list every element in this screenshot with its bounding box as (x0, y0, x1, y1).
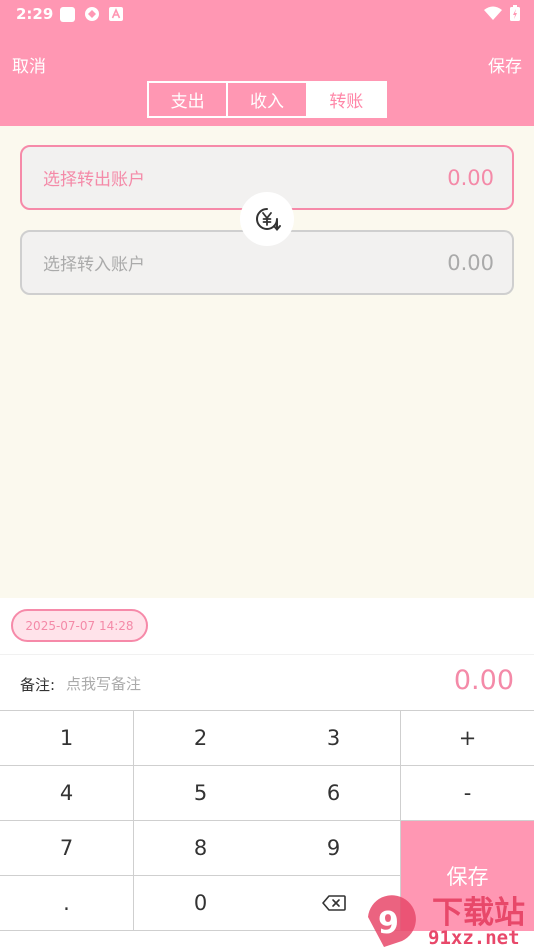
key-3[interactable]: 3 (267, 711, 401, 766)
key-0[interactable]: 0 (134, 876, 268, 931)
watermark-logo-icon: 9 (368, 895, 416, 947)
key-dot[interactable]: . (0, 876, 134, 931)
status-time: 2:29 (16, 5, 54, 23)
header: 取消 保存 支出 收入 转账 (0, 28, 534, 126)
datetime-chip[interactable]: 2025-07-07 14:28 (11, 609, 148, 642)
status-bar: 2:29 (0, 0, 534, 28)
key-4[interactable]: 4 (0, 766, 134, 821)
transfer-in-label: 选择转入账户 (43, 255, 145, 275)
notification-square-icon (60, 6, 75, 22)
key-2[interactable]: 2 (134, 711, 268, 766)
site-watermark: 9 下载站 91xz.net (362, 885, 534, 950)
svg-text:9: 9 (378, 906, 399, 941)
key-6[interactable]: 6 (267, 766, 401, 821)
swap-accounts-button[interactable] (240, 192, 294, 246)
watermark-text: 下载站 (432, 895, 525, 931)
transfer-in-amount: 0.00 (447, 250, 494, 275)
note-input[interactable] (66, 673, 346, 695)
key-plus[interactable]: + (401, 711, 534, 766)
key-7[interactable]: 7 (0, 821, 134, 876)
transfer-out-label: 选择转出账户 (43, 170, 145, 190)
app-notification-icon (85, 7, 99, 21)
cancel-button[interactable]: 取消 (12, 52, 46, 77)
total-amount: 0.00 (453, 665, 514, 696)
watermark-url: 91xz.net (428, 927, 520, 949)
a-notification-icon (109, 7, 123, 21)
battery-icon (510, 5, 520, 21)
tab-transfer[interactable]: 转账 (307, 83, 385, 116)
key-9[interactable]: 9 (267, 821, 401, 876)
key-minus[interactable]: - (401, 766, 534, 821)
backspace-icon (321, 895, 346, 911)
note-label: 备注: (20, 676, 56, 694)
transfer-out-amount: 0.00 (447, 165, 494, 190)
save-button[interactable]: 保存 (488, 52, 522, 77)
key-8[interactable]: 8 (134, 821, 268, 876)
yuan-swap-icon (256, 208, 281, 232)
wifi-icon (484, 6, 502, 20)
tab-expense[interactable]: 支出 (149, 83, 229, 116)
note-row: 备注: 0.00 (0, 654, 534, 710)
tab-income[interactable]: 收入 (228, 83, 308, 116)
key-5[interactable]: 5 (134, 766, 268, 821)
type-tabs: 支出 收入 转账 (147, 81, 387, 118)
key-1[interactable]: 1 (0, 711, 134, 766)
